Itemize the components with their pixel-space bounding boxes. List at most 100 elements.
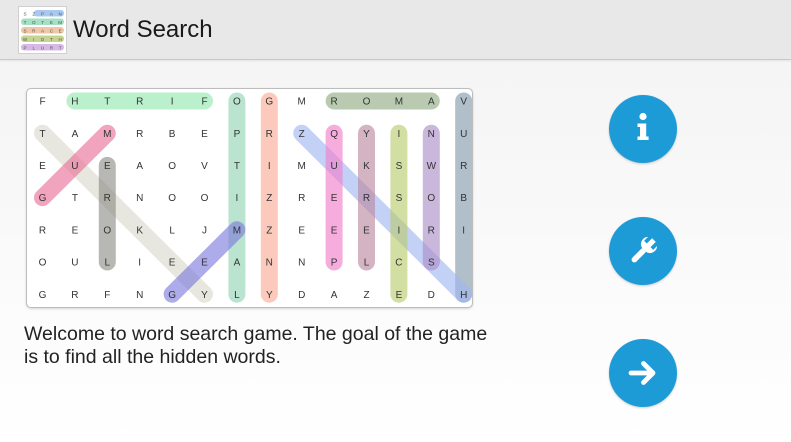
grid-letter: E <box>72 225 79 236</box>
grid-letter: Z <box>266 225 272 236</box>
grid-letter: Z <box>363 290 369 301</box>
grid-letter: M <box>298 97 306 108</box>
grid-letter: V <box>460 97 467 108</box>
info-icon <box>637 112 649 140</box>
app-icon-letter: S <box>23 28 26 33</box>
grid-letter: E <box>39 161 46 172</box>
grid-letter: M <box>298 161 306 172</box>
app-icon-letter: T <box>24 20 27 25</box>
grid-letter: B <box>169 129 176 140</box>
start-game-button[interactable] <box>609 339 677 407</box>
grid-letter: A <box>234 258 241 269</box>
grid-letter: R <box>330 97 337 108</box>
grid-letter: I <box>462 225 465 236</box>
app-icon-letter: T <box>50 37 53 42</box>
grid-letter: E <box>201 129 208 140</box>
letter-grid: F H T R I F O G M R O M A V T A M R B E P R Z Q Y I N U E U E A O V T I M U K S… <box>34 92 472 303</box>
grid-letter: O <box>427 193 435 204</box>
grid-letter: A <box>136 161 143 172</box>
grid-letter: G <box>39 193 47 204</box>
app-title: Word Search <box>73 16 213 43</box>
grid-letter: T <box>72 193 78 204</box>
grid-letter: O <box>168 161 176 172</box>
grid-letter: O <box>168 193 176 204</box>
grid-letter: I <box>236 193 239 204</box>
grid-letter: E <box>298 225 305 236</box>
app-icon-letter: T <box>59 45 62 50</box>
grid-letter: M <box>103 129 111 140</box>
app-icon-letter: E <box>50 20 53 25</box>
word-search-preview-board: F H T R I F O G M R O M A V T A M R B E P R Z Q Y I N U E U E A O V T I M U K S… <box>26 88 473 308</box>
grid-letter: B <box>460 193 467 204</box>
app-icon-letter: M <box>58 20 62 25</box>
grid-letter: I <box>138 258 141 269</box>
app-icon-letter: H <box>59 37 62 42</box>
app-icon-letter: T <box>41 20 44 25</box>
grid-letter: L <box>105 258 111 269</box>
grid-letter: V <box>201 161 208 172</box>
grid-letter: K <box>363 161 370 172</box>
grid-letter: M <box>233 225 241 236</box>
grid-letter: L <box>169 225 175 236</box>
grid-letter: D <box>428 290 435 301</box>
grid-letter: U <box>460 129 467 140</box>
app-icon-letter: N <box>59 11 62 16</box>
grid-letter: Q <box>330 129 338 140</box>
grid-letter: I <box>268 161 271 172</box>
grid-letter: R <box>71 290 78 301</box>
app-icon-letter: U <box>41 45 44 50</box>
app-icon-letter: Z <box>32 11 35 16</box>
app-icon-letter: L <box>33 45 36 50</box>
app-icon-letter: S <box>23 11 26 16</box>
grid-letter: R <box>104 193 111 204</box>
grid-letter: G <box>265 97 273 108</box>
grid-letter: N <box>136 193 143 204</box>
grid-letter: K <box>136 225 143 236</box>
grid-letter: P <box>331 258 338 269</box>
grid-letter: R <box>136 129 143 140</box>
grid-letter: R <box>266 129 273 140</box>
app-icon-graphic: S Z P A NT O T E MS R A C EW I D T HP L U R T <box>18 6 67 54</box>
grid-letter: Z <box>299 129 305 140</box>
grid-letter: E <box>104 161 111 172</box>
grid-letter: O <box>201 193 209 204</box>
grid-letter: A <box>428 97 435 108</box>
grid-letter: Y <box>201 290 208 301</box>
welcome-text: Welcome to word search game. The goal of… <box>24 323 488 368</box>
grid-letter: E <box>201 258 208 269</box>
grid-letter: L <box>234 290 240 301</box>
grid-letter: I <box>398 225 401 236</box>
grid-letter: D <box>298 290 305 301</box>
word-search-screen: SZPANTOTEMSRACEWIDTHPLURT Word Search FH… <box>0 0 791 442</box>
found-word-highlight <box>34 124 213 303</box>
grid-letter: E <box>331 193 338 204</box>
grid-letter: R <box>298 193 305 204</box>
grid-letter: S <box>396 161 403 172</box>
grid-letter: F <box>104 290 110 301</box>
grid-letter: E <box>396 290 403 301</box>
grid-letter: P <box>234 129 241 140</box>
grid-letter: G <box>39 290 47 301</box>
grid-letter: M <box>395 97 403 108</box>
settings-button[interactable] <box>609 217 677 285</box>
grid-letter: O <box>233 97 241 108</box>
wrench-icon <box>631 236 658 263</box>
grid-letter: R <box>460 161 467 172</box>
grid-letter: N <box>428 129 435 140</box>
app-icon-letter: O <box>32 20 36 25</box>
app-icon-letter: P <box>41 11 44 16</box>
grid-letter: W <box>427 161 437 172</box>
grid-letter: T <box>104 97 110 108</box>
grid-letter: I <box>398 129 401 140</box>
grid-letter: O <box>39 258 47 269</box>
grid-letter: U <box>330 161 337 172</box>
grid-letter: H <box>460 290 467 301</box>
grid-letter: Z <box>266 193 272 204</box>
grid-letter: S <box>396 193 403 204</box>
info-button[interactable] <box>609 95 677 163</box>
grid-letter: U <box>71 161 78 172</box>
grid-letter: J <box>202 225 207 236</box>
grid-letter: C <box>395 258 402 269</box>
grid-letter: N <box>298 258 305 269</box>
grid-letter: L <box>364 258 370 269</box>
